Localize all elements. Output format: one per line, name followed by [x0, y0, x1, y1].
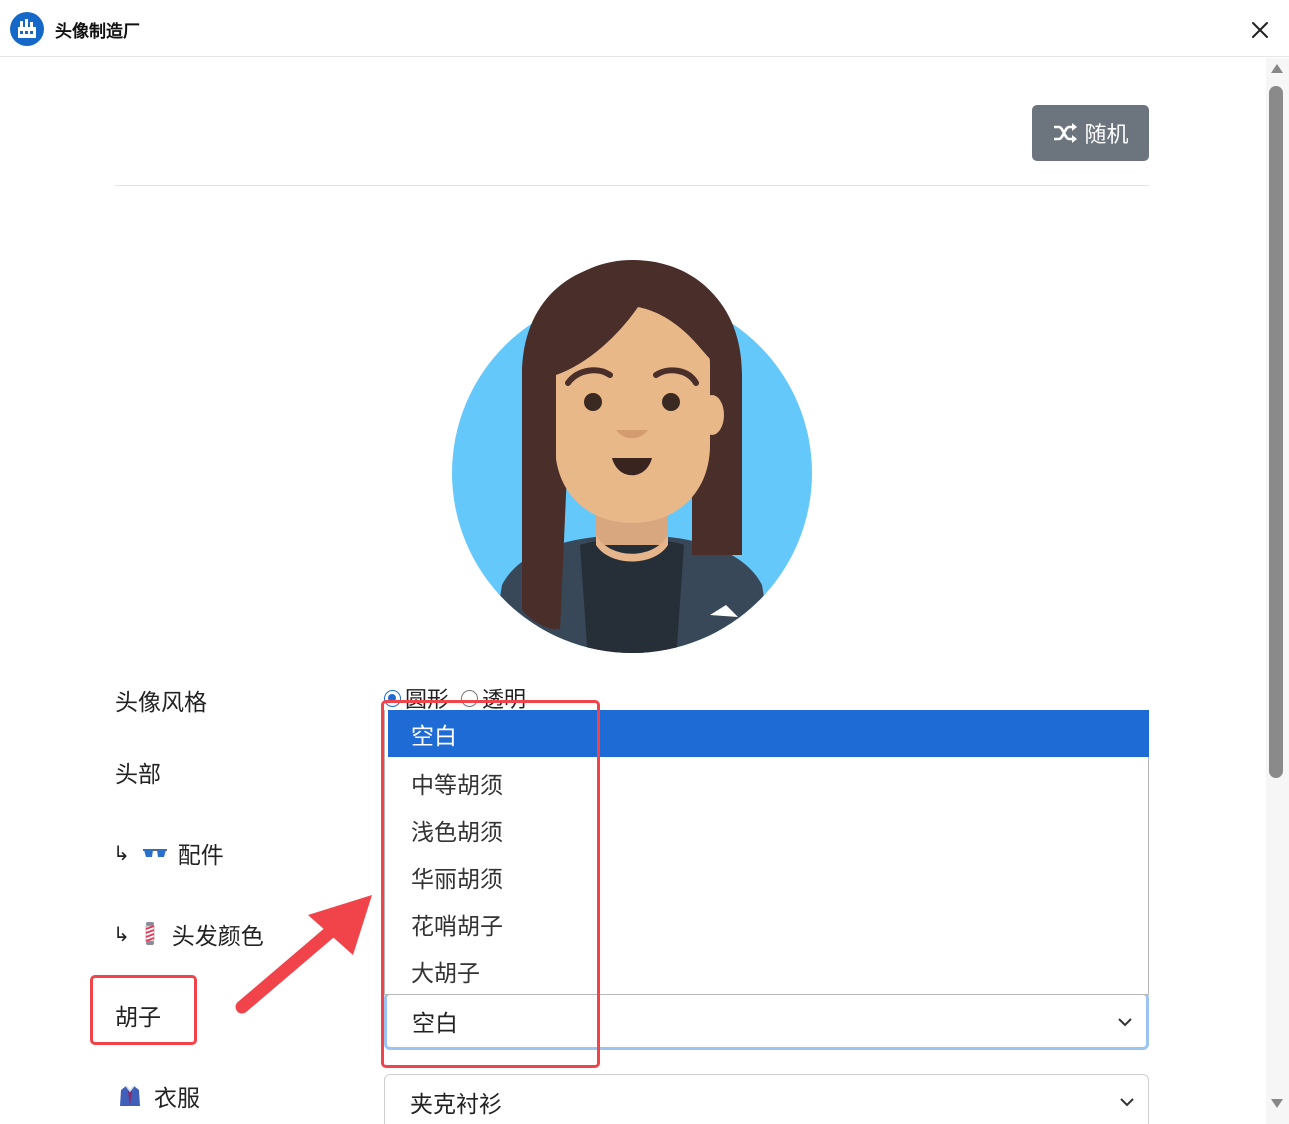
- annotation-box-beard-label: [90, 975, 197, 1045]
- clothes-select[interactable]: 夹克衬衫: [384, 1074, 1149, 1124]
- vertical-scrollbar[interactable]: [1266, 58, 1289, 1124]
- accessory-row-label: ↳ 配件: [113, 836, 224, 870]
- head-label: 头部: [115, 762, 161, 788]
- app-window: 头像制造厂 随机 头像风格 头部 ↳ 配件 ↳ 头发颜色 胡子 衣服 圆形 透明…: [0, 0, 1289, 1124]
- sub-arrow-icon: ↳: [113, 841, 130, 865]
- avatar-preview: [452, 260, 812, 653]
- window-title: 头像制造厂: [55, 22, 140, 42]
- random-button[interactable]: 随机: [1032, 105, 1149, 161]
- random-button-label: 随机: [1084, 123, 1129, 148]
- factory-icon: [10, 12, 44, 46]
- scroll-down-arrow-icon[interactable]: [1270, 1098, 1284, 1110]
- chevron-down-icon: [1120, 1098, 1134, 1107]
- annotation-arrow-icon: [235, 895, 372, 1014]
- clothes-row-label: 衣服: [118, 1079, 200, 1113]
- scrollbar-thumb[interactable]: [1269, 86, 1283, 778]
- scroll-up-arrow-icon[interactable]: [1270, 62, 1284, 74]
- style-label: 头像风格: [115, 690, 207, 716]
- chevron-down-icon: [1118, 1018, 1132, 1027]
- barber-pole-icon: [145, 922, 155, 945]
- coat-icon: [120, 1085, 140, 1106]
- sub-arrow-icon: ↳: [113, 922, 130, 946]
- clothes-select-value: 夹克衬衫: [410, 1092, 502, 1118]
- header-divider: [115, 185, 1149, 186]
- close-icon: [1252, 22, 1268, 38]
- close-button[interactable]: [1244, 14, 1276, 46]
- title-bar: 头像制造厂: [0, 0, 1289, 57]
- sunglasses-icon: [142, 849, 167, 857]
- accessory-label: 配件: [177, 843, 224, 869]
- annotation-box-dropdown: [381, 700, 600, 1068]
- shuffle-icon: [1054, 123, 1078, 143]
- clothes-label: 衣服: [154, 1086, 200, 1112]
